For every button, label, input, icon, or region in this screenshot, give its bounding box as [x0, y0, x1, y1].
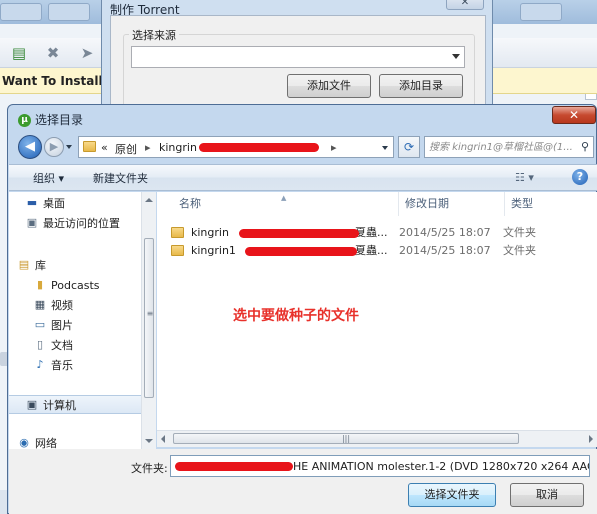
nav-item-libraries[interactable]: ▤ 库 — [9, 256, 155, 275]
make-torrent-close-button[interactable]: ✕ — [446, 0, 484, 10]
network-icon: ◉ — [19, 436, 29, 449]
search-input[interactable] — [429, 139, 577, 155]
column-header-type[interactable]: 类型 — [505, 192, 597, 216]
nav-item-label: 库 — [35, 259, 46, 272]
redaction-mark — [245, 247, 357, 256]
scroll-down-arrow[interactable] — [145, 439, 153, 443]
nav-item-label: 最近访问的位置 — [43, 217, 120, 230]
scroll-up-arrow[interactable] — [145, 198, 153, 202]
libraries-icon: ▤ — [18, 258, 30, 271]
address-segment-kingrin[interactable]: kingrin — [159, 141, 197, 154]
nav-item-pictures[interactable]: ▭ 图片 — [9, 316, 155, 335]
command-bar: 组织 ▾ 新建文件夹 ☷ ▾ ? — [9, 164, 597, 191]
nav-item-label: 视频 — [51, 299, 73, 312]
select-folder-button[interactable]: 选择文件夹 — [408, 483, 496, 507]
nav-item-desktop[interactable]: ▬ 桌面 — [9, 194, 155, 213]
source-path-combobox[interactable] — [131, 46, 465, 68]
nav-item-label: 文档 — [51, 339, 73, 352]
computer-icon: ▣ — [26, 398, 38, 411]
dialog-close-button[interactable]: ✕ — [552, 106, 596, 124]
nav-item-label: 音乐 — [51, 359, 73, 372]
background-tab[interactable] — [520, 3, 562, 21]
pictures-icon: ▭ — [34, 318, 46, 331]
add-file-button[interactable]: 添加文件 — [287, 74, 371, 98]
add-torrent-icon[interactable]: ▤ — [10, 44, 28, 62]
start-icon[interactable]: ➤ — [78, 44, 96, 62]
folder-icon — [83, 141, 96, 152]
folder-name-value: HE ANIMATION molester.1-2 (DVD 1280x720 … — [293, 460, 590, 473]
view-options-icon[interactable]: ☷ ▾ — [515, 171, 534, 184]
file-list-horizontal-scrollbar[interactable]: ||| — [157, 430, 597, 447]
select-directory-dialog: µ 选择目录 ✕ ◀ ▶ « 原创 ▸ kingrin ▸ ⟳ ⚲ 组织 ▾ 新建… — [7, 104, 597, 514]
folder-icon — [171, 227, 184, 238]
desktop-icon: ▬ — [26, 196, 38, 209]
search-box[interactable]: ⚲ — [424, 136, 594, 158]
nav-item-videos[interactable]: ▦ 视频 — [9, 296, 155, 315]
address-bar[interactable]: « 原创 ▸ kingrin ▸ — [78, 136, 394, 158]
folder-row[interactable]: kingrin 夏蟲... 2014/5/25 18:07 文件夹 — [165, 224, 595, 242]
scrollbar-thumb[interactable] — [144, 238, 155, 398]
background-tab[interactable] — [48, 3, 90, 21]
chevron-down-icon — [452, 54, 460, 59]
nav-item-documents[interactable]: ▯ 文档 — [9, 336, 155, 355]
nav-item-label: 桌面 — [43, 197, 65, 210]
redaction-mark — [239, 229, 359, 238]
chevron-right-icon[interactable]: ▸ — [145, 141, 151, 154]
nav-item-network[interactable]: ◉ 网络 — [9, 434, 155, 450]
nav-item-music[interactable]: ♪ 音乐 — [9, 356, 155, 375]
folder-name-input[interactable]: HE ANIMATION molester.1-2 (DVD 1280x720 … — [170, 455, 590, 477]
dialog-title-text: 选择目录 — [35, 113, 84, 127]
address-overflow[interactable]: « — [101, 141, 108, 154]
folder-type: 文件夹 — [503, 226, 536, 239]
back-button[interactable]: ◀ — [18, 135, 42, 159]
chevron-right-icon[interactable]: ▸ — [331, 141, 337, 154]
refresh-button[interactable]: ⟳ — [398, 136, 420, 158]
add-directory-button[interactable]: 添加目录 — [379, 74, 463, 98]
dialog-footer: 文件夹: HE ANIMATION molester.1-2 (DVD 1280… — [9, 449, 597, 514]
nav-item-label: Podcasts — [51, 279, 100, 292]
navigation-pane: ▬ 桌面 ▣ 最近访问的位置 ▤ 库 ▮ Podcasts ▦ 视频 ▭ 图片 … — [9, 192, 156, 449]
column-header-date[interactable]: 修改日期 — [399, 192, 505, 216]
nav-item-podcasts[interactable]: ▮ Podcasts — [9, 276, 155, 295]
folder-icon — [171, 245, 184, 256]
organize-menu[interactable]: 组织 ▾ — [33, 170, 64, 186]
folder-type: 文件夹 — [503, 244, 536, 257]
new-folder-button[interactable]: 新建文件夹 — [93, 170, 148, 186]
address-segment-original[interactable]: 原创 — [115, 141, 137, 157]
music-icon: ♪ — [36, 358, 44, 371]
annotation-text: 选中要做种子的文件 — [233, 308, 359, 324]
navigation-scrollbar[interactable] — [141, 192, 156, 449]
nav-item-label: 计算机 — [43, 399, 76, 412]
forward-button[interactable]: ▶ — [44, 137, 64, 157]
source-group-label: 选择来源 — [129, 27, 179, 43]
video-icon: ▦ — [34, 298, 46, 311]
background-tab[interactable] — [0, 3, 42, 21]
file-list: ▲ 名称 修改日期 类型 kingrin 夏蟲... 2014/5/25 18:0… — [157, 192, 597, 437]
recent-places-icon: ▣ — [26, 216, 38, 229]
redaction-mark — [175, 462, 293, 471]
folder-icon: ▮ — [36, 278, 44, 291]
scroll-left-arrow[interactable] — [161, 435, 165, 443]
address-dropdown[interactable] — [382, 146, 388, 150]
scroll-right-arrow[interactable] — [589, 435, 593, 443]
nav-item-label: 网络 — [35, 437, 57, 449]
nav-item-recent[interactable]: ▣ 最近访问的位置 — [9, 214, 155, 233]
nav-item-label: 图片 — [51, 319, 73, 332]
cancel-button[interactable]: 取消 — [510, 483, 584, 507]
column-header-name[interactable]: 名称 — [173, 192, 399, 216]
scrollbar-thumb[interactable]: ||| — [173, 433, 519, 444]
folder-name-label: 文件夹: — [131, 462, 168, 475]
documents-icon: ▯ — [36, 338, 44, 351]
dialog-title: µ 选择目录 — [18, 111, 83, 127]
search-icon[interactable]: ⚲ — [581, 140, 589, 153]
help-icon[interactable]: ? — [572, 169, 588, 185]
redaction-mark — [199, 143, 319, 152]
recent-pages-dropdown[interactable] — [66, 145, 72, 149]
utorrent-icon: µ — [18, 114, 31, 127]
folder-modified-date: 2014/5/25 18:07 — [399, 226, 491, 239]
folder-row[interactable]: kingrin1 夏蟲... 2014/5/25 18:07 文件夹 — [165, 242, 595, 260]
folder-modified-date: 2014/5/25 18:07 — [399, 244, 491, 257]
nav-item-computer[interactable]: ▣ 计算机 — [9, 395, 155, 414]
remove-icon[interactable]: ✖ — [44, 44, 62, 62]
